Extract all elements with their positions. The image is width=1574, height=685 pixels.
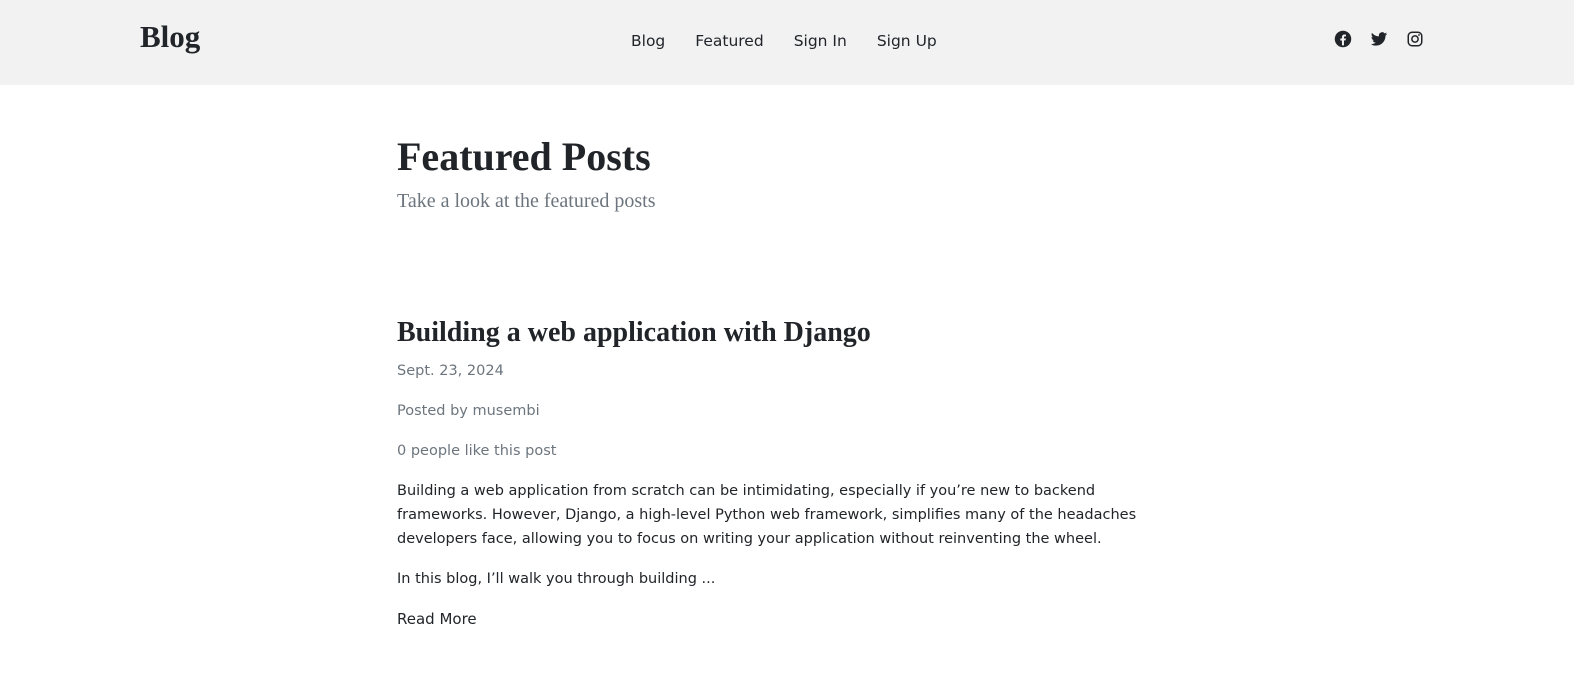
post-card: Building a web application with Django S…: [397, 315, 1177, 631]
twitter-icon[interactable]: [1370, 30, 1388, 48]
page-header: Featured Posts Take a look at the featur…: [397, 133, 1177, 214]
post-date: Sept. 23, 2024: [397, 363, 504, 379]
post-title: Building a web application with Django: [397, 317, 871, 348]
post-excerpt: In this blog, I’ll walk you through buil…: [397, 571, 716, 587]
page-subtitle: Take a look at the featured posts: [397, 190, 656, 212]
main-nav: Blog Featured Sign In Sign Up: [616, 28, 952, 54]
post-likes: 0 people like this post: [397, 443, 557, 459]
social-links: [1334, 30, 1424, 48]
brand-logo-link[interactable]: Blog: [140, 18, 200, 56]
page-title: Featured Posts: [397, 134, 651, 179]
nav-sign-up-link[interactable]: Sign Up: [862, 28, 952, 54]
site-header: Blog Blog Featured Sign In Sign Up: [0, 0, 1574, 85]
facebook-icon[interactable]: [1334, 30, 1352, 48]
nav-blog-link[interactable]: Blog: [616, 28, 680, 54]
post-body: Building a web application from scratch …: [397, 483, 1137, 547]
instagram-icon[interactable]: [1406, 30, 1424, 48]
nav-featured-link[interactable]: Featured: [680, 28, 778, 54]
read-more-link[interactable]: Read More: [397, 607, 477, 631]
post-author: Posted by musembi: [397, 403, 540, 419]
nav-sign-in-link[interactable]: Sign In: [779, 28, 862, 54]
